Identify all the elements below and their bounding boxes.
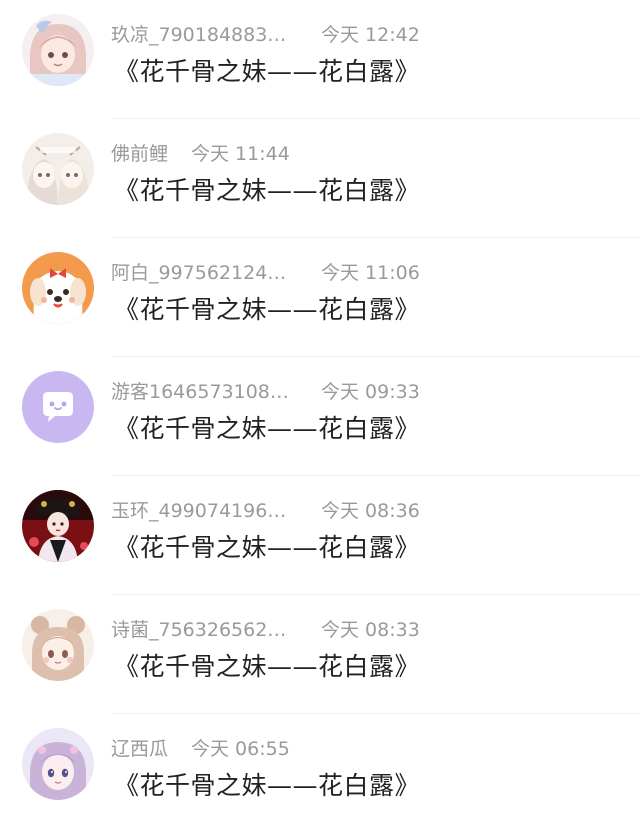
list-item[interactable]: 佛前鲤 今天 11:44 《花千骨之妹——花白露》	[0, 119, 640, 238]
message-text[interactable]: 《花千骨之妹——花白露》	[114, 174, 420, 208]
message-meta: 诗菌_756326562… 今天 08:33	[111, 615, 420, 645]
list-item[interactable]: 玖凉_790184883… 今天 12:42 《花千骨之妹——花白露》	[0, 0, 640, 119]
message-meta: 佛前鲤 今天 11:44	[111, 139, 290, 169]
list-item[interactable]: 玉环_499074196… 今天 08:36 《花千骨之妹——花白露》	[0, 476, 640, 595]
list-item[interactable]: 辽西瓜 今天 06:55 《花千骨之妹——花白露》	[0, 714, 640, 833]
avatar[interactable]	[22, 252, 94, 324]
message-meta: 辽西瓜 今天 06:55	[111, 734, 290, 764]
username[interactable]: 辽西瓜	[111, 734, 168, 764]
anime-sketch-pair-avatar	[22, 133, 94, 205]
message-meta: 游客1646573108… 今天 09:33	[111, 377, 420, 407]
avatar[interactable]	[22, 609, 94, 681]
avatar[interactable]	[22, 14, 94, 86]
timestamp: 今天 11:06	[321, 262, 420, 284]
message-meta: 玉环_499074196… 今天 08:36	[111, 496, 420, 526]
username[interactable]: 佛前鲤	[111, 139, 168, 169]
message-text[interactable]: 《花千骨之妹——花白露》	[114, 412, 420, 446]
username[interactable]: 玖凉_790184883…	[111, 20, 286, 50]
timestamp: 今天 09:33	[321, 381, 420, 403]
avatar[interactable]	[22, 371, 94, 443]
anime-girl-bun-avatar	[22, 609, 94, 681]
avatar[interactable]	[22, 728, 94, 800]
username[interactable]: 阿白_997562124…	[111, 258, 286, 288]
username[interactable]: 诗菌_756326562…	[111, 615, 286, 645]
avatar[interactable]	[22, 133, 94, 205]
timestamp: 今天 08:36	[321, 500, 420, 522]
timestamp: 今天 11:44	[191, 143, 290, 165]
guest-chat-bubble-avatar	[22, 371, 94, 443]
anime-girl-pink-avatar	[22, 14, 94, 86]
list-item[interactable]: 诗菌_756326562… 今天 08:33 《花千骨之妹——花白露》	[0, 595, 640, 714]
message-text[interactable]: 《花千骨之妹——花白露》	[114, 650, 420, 684]
username[interactable]: 玉环_499074196…	[111, 496, 286, 526]
timestamp: 今天 06:55	[191, 738, 290, 760]
timestamp: 今天 08:33	[321, 619, 420, 641]
anime-girl-purple-avatar	[22, 728, 94, 800]
timestamp: 今天 12:42	[321, 24, 420, 46]
message-text[interactable]: 《花千骨之妹——花白露》	[114, 769, 420, 803]
message-list: 玖凉_790184883… 今天 12:42 《花千骨之妹——花白露》 佛前鲤 …	[0, 0, 640, 818]
cartoon-dog-orange-avatar	[22, 252, 94, 324]
list-item[interactable]: 游客1646573108… 今天 09:33 《花千骨之妹——花白露》	[0, 357, 640, 476]
message-meta: 玖凉_790184883… 今天 12:42	[111, 20, 420, 50]
list-item[interactable]: 阿白_997562124… 今天 11:06 《花千骨之妹——花白露》	[0, 238, 640, 357]
message-meta: 阿白_997562124… 今天 11:06	[111, 258, 420, 288]
avatar[interactable]	[22, 490, 94, 562]
username[interactable]: 游客1646573108…	[111, 377, 289, 407]
message-text[interactable]: 《花千骨之妹——花白露》	[114, 531, 420, 565]
message-text[interactable]: 《花千骨之妹——花白露》	[114, 55, 420, 89]
message-text[interactable]: 《花千骨之妹——花白露》	[114, 293, 420, 327]
ancient-costume-avatar	[22, 490, 94, 562]
